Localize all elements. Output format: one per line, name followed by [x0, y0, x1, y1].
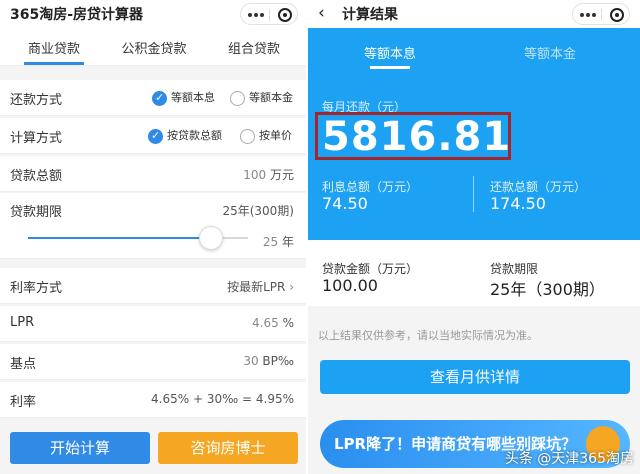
result-title: 计算结果 [342, 7, 398, 23]
app-title: 365淘房-房贷计算器 [10, 7, 144, 23]
tab-provident[interactable]: 公积金贷款 [104, 38, 204, 57]
radio-equal-installment[interactable]: 等额本息 [152, 89, 215, 106]
repay-total-label: 还款总额（万元） [490, 180, 587, 194]
capsule-divider [269, 9, 270, 21]
slider-handle[interactable] [198, 226, 223, 250]
consult-button[interactable]: 咨询房博士 [158, 432, 298, 464]
loan-total-row[interactable]: 贷款总额 100 万元 [0, 156, 308, 192]
bp-row[interactable]: 基点 30 BP‰ [0, 344, 308, 380]
close-target-icon[interactable] [610, 8, 624, 22]
calc-method-label: 计算方式 [10, 131, 63, 146]
loan-term-value: 25年（300期） [490, 280, 605, 299]
rate-mode-value[interactable]: 按最新LPR › [227, 278, 294, 295]
lpr-row: LPR 4.65 % [0, 306, 308, 342]
radio-checked-icon [152, 90, 167, 106]
chevron-right-icon: › [289, 280, 294, 294]
rate-label: 利率 [10, 395, 37, 410]
rate-row: 利率 4.65% + 30‰ = 4.95% [0, 382, 308, 418]
bp-label: 基点 [10, 357, 37, 372]
loan-amount-value: 100.00 [322, 276, 378, 295]
miniprogram-capsule[interactable] [240, 3, 298, 25]
repay-total-value: 174.50 [490, 194, 546, 213]
radio-checked-icon [148, 128, 163, 144]
tab-equal-installment[interactable]: 等额本息 [325, 43, 455, 62]
result-panel: ‹ 计算结果 等额本息 等额本金 每月还款（元） 5816.81 利息总额（万元… [308, 0, 640, 474]
slider-fill [28, 237, 211, 239]
rate-value: 4.65% + 30‰ = 4.95% [151, 392, 294, 406]
lpr-value: 4.65 % [252, 316, 294, 330]
tab-commercial[interactable]: 商业贷款 [4, 38, 104, 57]
result-summary: 等额本息 等额本金 每月还款（元） 5816.81 利息总额（万元） 74.50… [308, 28, 640, 240]
close-target-icon[interactable] [278, 8, 292, 22]
radio-unchecked-icon [230, 90, 245, 106]
interest-total-label: 利息总额（万元） [322, 180, 419, 194]
radio-equal-principal[interactable]: 等额本金 [230, 89, 293, 106]
repayment-method-label: 还款方式 [10, 93, 63, 108]
loan-type-tabs: 商业贷款 公积金贷款 组合贷款 [0, 28, 308, 66]
loan-term-label: 贷款期限 [490, 262, 539, 276]
loan-amount-label: 贷款金额（万元） [322, 262, 419, 276]
tab-combined[interactable]: 组合贷款 [204, 38, 304, 57]
repayment-method-row: 还款方式 等额本息 等额本金 [0, 80, 308, 116]
loan-total-label: 贷款总额 [10, 169, 63, 184]
loan-info: 贷款金额（万元） 100.00 贷款期限 25年（300期） [308, 240, 640, 306]
disclaimer-text: 以上结果仅供参考，请以当地实际情况为准。 [318, 329, 538, 342]
radio-by-unit-price[interactable]: 按单价 [240, 127, 292, 144]
view-monthly-detail-button[interactable]: 查看月供详情 [320, 360, 630, 394]
highlight-box [315, 112, 511, 160]
capsule-divider [601, 9, 602, 21]
loan-term-years: 25 年 [262, 235, 294, 249]
more-icon[interactable] [248, 13, 252, 17]
summary-divider [473, 176, 474, 212]
rate-mode-row[interactable]: 利率方式 按最新LPR › [0, 268, 308, 304]
lpr-label: LPR [10, 315, 35, 330]
loan-calculator-panel: 365淘房-房贷计算器 商业贷款 公积金贷款 组合贷款 还款方式 等额本息 等额… [0, 0, 308, 474]
watermark: 头条 @天津365淘房 [504, 451, 634, 467]
left-header: 365淘房-房贷计算器 [0, 0, 308, 28]
radio-by-total[interactable]: 按贷款总额 [148, 127, 222, 144]
radio-unchecked-icon [240, 128, 255, 144]
back-arrow-icon[interactable]: ‹ [318, 3, 325, 23]
loan-term-row: 贷款期限 25年(300期) 25 年 [0, 193, 308, 259]
miniprogram-capsule[interactable] [572, 3, 630, 25]
calc-method-row: 计算方式 按贷款总额 按单价 [0, 118, 308, 154]
more-icon[interactable] [580, 13, 584, 17]
bp-field[interactable]: 30 BP‰ [243, 354, 294, 368]
loan-term-value: 25年(300期) [222, 204, 294, 218]
interest-total-value: 74.50 [322, 194, 368, 213]
rate-mode-label: 利率方式 [10, 281, 63, 296]
right-header: ‹ 计算结果 [308, 0, 640, 28]
loan-total-field[interactable]: 100 万元 [243, 166, 294, 183]
start-calc-button[interactable]: 开始计算 [10, 432, 150, 464]
loan-term-label: 贷款期限 [10, 205, 63, 220]
tab-equal-principal[interactable]: 等额本金 [485, 43, 615, 62]
active-tab-indicator [24, 62, 84, 65]
active-tab-indicator [370, 66, 410, 69]
